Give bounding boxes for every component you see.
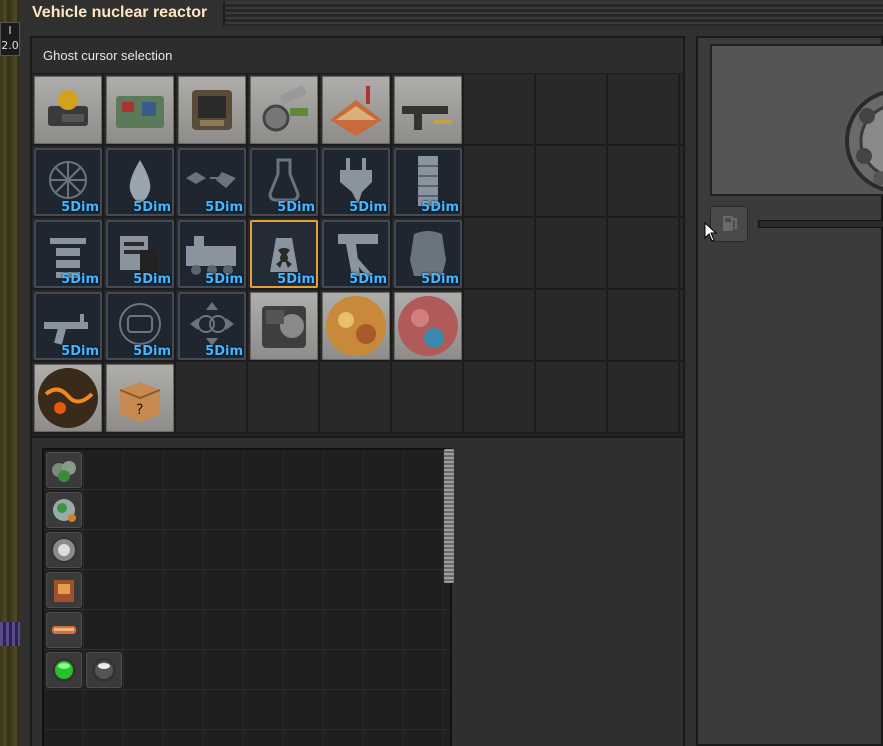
item-fuel-cell-used[interactable] [86,652,122,688]
item-group-tab-vehicles[interactable] [250,292,318,360]
mod-badge: 5Dim [61,272,99,287]
intermediate-products-icon [192,90,232,130]
item-group-tab-intermediate[interactable] [178,76,246,144]
item-group-tab-5dim-armor[interactable]: 5Dim [394,220,462,288]
mod-badge: 5Dim [133,272,171,287]
vehicle-reactor-window: Vehicle nuclear reactor Ghost cursor sel… [20,0,883,746]
item-group-tab-5dim-mining[interactable]: 5Dim [34,148,102,216]
planet-vulcanus-icon [326,296,386,356]
item-fuel-cell-green[interactable] [46,652,82,688]
window-title: Vehicle nuclear reactor [20,0,220,28]
item-group-tab-5dim-robots[interactable]: 5Dim [34,220,102,288]
mod-badge: 5Dim [205,200,243,215]
hud-line-1: I [8,24,12,37]
item-list [42,448,452,746]
unsorted-box-icon: ? [119,382,161,422]
mod-badge: 5Dim [349,272,387,287]
item-group-tab-5dim-fluids[interactable]: 5Dim [106,148,174,216]
planet-lava-icon [38,368,98,428]
reactor-green-icon [52,461,76,482]
panel-header-label: Ghost cursor selection [43,48,173,63]
space-platform-icon [330,86,382,136]
item-group-tab-unsorted[interactable]: ? [106,364,174,432]
entity-preview [710,44,883,196]
mod-badge: 5Dim [277,272,315,287]
item-group-tab-5dim-engine[interactable]: 5Dim [106,292,174,360]
item-group-tab-planet-vulcanus[interactable] [322,292,390,360]
item-group-tab-5dim-weapons[interactable]: 5Dim [34,292,102,360]
item-reactor-mk1[interactable] [46,452,82,488]
ghost-cursor-panel: Ghost cursor selection 5Dim 5Dim 5Dim 5Dim 5… [30,36,685,746]
item-group-tab-space[interactable] [322,76,390,144]
hud-readout: I 2.0 [0,22,20,56]
item-group-tab-5dim-energy[interactable]: 5Dim [322,148,390,216]
item-reactor-mk4[interactable] [46,572,82,608]
item-reactor-mk5[interactable] [46,612,82,648]
item-group-grid: 5Dim 5Dim 5Dim 5Dim 5Dim 5Dim 5Dim 5Dim 5Dim 5Dim… [32,74,683,434]
item-reactor-mk3[interactable] [46,532,82,568]
production-icon [116,96,164,128]
mod-badge: 5Dim [205,272,243,287]
reactor-preview-icon [845,90,883,192]
vehicle-equipment-icon [262,306,306,348]
item-group-tab-planet-lava[interactable] [34,364,102,432]
item-group-tab-5dim-storage[interactable]: 5Dim [106,220,174,288]
item-group-tab-5dim-walls[interactable]: 5Dim [394,148,462,216]
gears-icon [262,84,308,132]
item-group-tab-production[interactable] [106,76,174,144]
item-group-tab-5dim-transport[interactable]: 5Dim [178,148,246,216]
mod-badge: 5Dim [61,344,99,359]
reactor-orb-icon [53,499,76,522]
mod-badge: 5Dim [133,200,171,215]
fuel-progress-bar [758,220,883,228]
panel-header: Ghost cursor selection [32,38,683,74]
mouse-cursor-icon [704,222,718,242]
transport-belt [0,622,20,646]
hud-line-2: 2.0 [1,39,19,52]
logistics-icon [48,90,88,126]
item-group-tab-5dim-turrets[interactable]: 5Dim [322,220,390,288]
item-group-tab-5dim-modules[interactable]: 5Dim [178,292,246,360]
item-reactor-mk2[interactable] [46,492,82,528]
item-group-tab-logistics[interactable] [34,76,102,144]
entity-preview-panel [696,36,883,746]
mod-badge: 5Dim [277,200,315,215]
item-group-tab-combat-materials[interactable] [250,76,318,144]
game-world-background: I 2.0 [0,0,20,746]
fuel-cell-used-icon [92,658,116,682]
titlebar: Vehicle nuclear reactor [20,0,883,28]
reactor-red-icon [54,580,74,602]
item-group-tab-combat[interactable] [394,76,462,144]
item-group-tab-planet-gleba[interactable] [394,292,462,360]
mod-badge: 5Dim [205,344,243,359]
planet-gleba-icon [398,296,458,356]
mod-badge: 5Dim [133,344,171,359]
item-list-area [32,436,683,746]
reactor-pipe-icon [52,626,76,634]
submachine-gun-icon [402,106,452,130]
item-list-scrollbar[interactable] [444,449,454,583]
item-group-tab-5dim-science[interactable]: 5Dim [250,148,318,216]
mod-badge: 5Dim [349,200,387,215]
item-group-tab-5dim-nuclear[interactable]: 5Dim [250,220,318,288]
mod-badge: 5Dim [421,272,459,287]
reactor-steel-icon [51,537,77,563]
item-group-tab-5dim-trains[interactable]: 5Dim [178,220,246,288]
mod-badge: 5Dim [421,200,459,215]
svg-text:?: ? [136,402,143,418]
drag-handle[interactable] [223,2,883,26]
mod-badge: 5Dim [61,200,99,215]
fuel-cell-green-icon [52,658,76,682]
